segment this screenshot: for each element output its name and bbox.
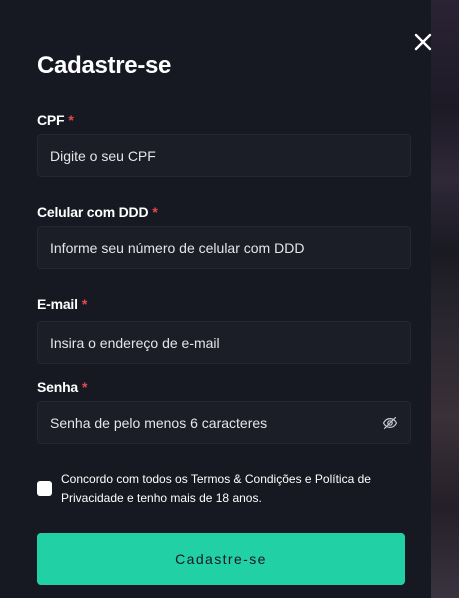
password-visibility-toggle[interactable] xyxy=(382,415,398,431)
terms-text: Concordo com todos os Termos & Condições… xyxy=(61,472,371,505)
cpf-label: CPF * xyxy=(37,112,74,128)
password-field[interactable] xyxy=(37,401,411,444)
cpf-input[interactable] xyxy=(38,135,410,176)
modal-title: Cadastre-se xyxy=(37,52,172,79)
phone-label: Celular com DDD * xyxy=(37,204,158,220)
cpf-label-text: CPF xyxy=(37,112,65,128)
terms-checkbox[interactable] xyxy=(37,481,52,496)
eye-off-icon xyxy=(382,416,398,430)
required-mark: * xyxy=(81,296,88,312)
phone-field[interactable] xyxy=(37,226,411,269)
background-image-strip xyxy=(431,0,459,598)
signup-modal: Cadastre-se CPF* Celular com DDD* E-mail… xyxy=(0,0,433,598)
phone-input[interactable] xyxy=(38,227,410,268)
required-mark: * xyxy=(152,204,158,220)
phone-label-text: Celular com DDD xyxy=(37,204,149,220)
signup-submit-button[interactable]: Cadastre-se xyxy=(37,533,405,585)
cpf-field[interactable] xyxy=(37,134,411,177)
close-icon xyxy=(414,33,432,51)
password-label: Senha * xyxy=(37,379,87,395)
required-mark: * xyxy=(68,112,74,128)
password-input[interactable] xyxy=(38,402,410,443)
email-label: E-mail * xyxy=(37,296,87,312)
required-mark: * xyxy=(82,379,88,395)
password-label-text: Senha xyxy=(37,379,79,395)
close-button[interactable] xyxy=(413,32,433,52)
email-input[interactable] xyxy=(38,322,410,363)
email-field[interactable] xyxy=(37,321,411,364)
email-label-text: E-mail xyxy=(37,296,78,312)
